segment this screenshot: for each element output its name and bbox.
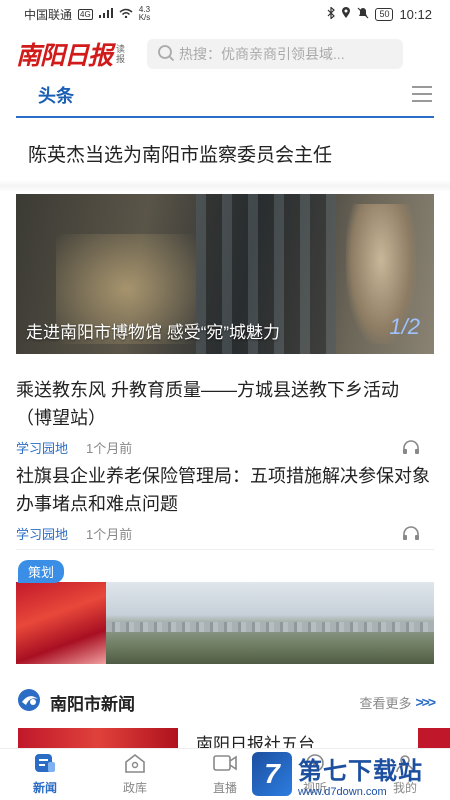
app-logo: 南阳日报 (16, 41, 113, 70)
search-input[interactable]: 热搜：优商亲商引领县域... (147, 39, 404, 69)
watermark: 7 第七下载站 www.d7down.com (252, 748, 450, 800)
headphones-icon[interactable] (402, 439, 420, 458)
logo-subtitle-line-1: 读 (116, 44, 126, 54)
watermark-logo: 7 (252, 752, 292, 796)
logo-subtitle: 读 报 (116, 44, 125, 64)
view-more-arrows-icon: >>> (415, 694, 435, 710)
feature-photo-ceremony (16, 582, 106, 664)
carrier-label: 中国联通 (24, 7, 73, 22)
banner-carousel[interactable]: 走进南阳市博物馆 感受“宛”城魅力 1/2 (16, 194, 434, 354)
mute-icon (357, 7, 369, 22)
channel-tabs: 头条 (0, 78, 450, 118)
tab-headlines[interactable]: 头条 (38, 82, 74, 108)
article-tag[interactable]: 学习园地 (16, 524, 68, 543)
top-headline[interactable]: 陈英杰当选为南阳市监察委员会主任 (28, 140, 332, 167)
watermark-title: 第七下载站 (298, 757, 423, 785)
status-bar: 中国联通 4G 4.3 K/s 50 10:12 (0, 0, 450, 28)
divider (16, 549, 434, 550)
wifi-icon (119, 7, 133, 21)
view-more-label: 查看更多 (359, 695, 412, 711)
nav-live-label: 直播 (212, 781, 237, 795)
article-meta: 学习园地 1个月前 (16, 524, 434, 542)
view-more-link[interactable]: 查看更多 >>> (359, 693, 435, 712)
network-label: 4G (78, 8, 93, 20)
location-icon (341, 6, 351, 22)
banner-caption: 走进南阳市博物馆 感受“宛”城魅力 (26, 323, 281, 342)
speed-unit: K/s (138, 13, 151, 22)
home-icon (124, 753, 146, 779)
section-logo-icon (16, 687, 44, 718)
watermark-text: 第七下载站 www.d7down.com (298, 751, 423, 798)
article-time: 1个月前 (86, 440, 133, 456)
nav-policy[interactable]: 政库 (90, 749, 180, 800)
video-icon (213, 753, 237, 779)
bluetooth-icon (327, 5, 336, 22)
headphones-icon[interactable] (402, 525, 420, 544)
article-title: 社旗县企业养老保险管理局：五项措施解决参保对象办事堵点和难点问题 (16, 466, 430, 514)
news-icon (34, 753, 56, 779)
article-tag[interactable]: 学习园地 (16, 438, 68, 457)
nav-policy-label: 政库 (122, 781, 147, 795)
article-time: 1个月前 (86, 526, 133, 542)
clock: 10:12 (399, 6, 432, 22)
battery-indicator: 50 (375, 7, 394, 21)
list-item[interactable]: 社旗县企业养老保险管理局：五项措施解决参保对象办事堵点和难点问题 学习园地 1个… (16, 462, 434, 542)
article-title: 乘送教东风 升教育质量——方城县送教下乡活动（博望站） (16, 380, 399, 428)
network-speed: 4.3 K/s (139, 6, 151, 22)
nav-news-label: 新闻 (32, 781, 57, 795)
search-icon (157, 44, 179, 65)
app-header: 南阳日报 读 报 热搜：优商亲商引领县域... (0, 32, 450, 76)
signal-icon (98, 7, 113, 21)
feature-photo-city (106, 582, 434, 664)
watermark-url: www.d7down.com (298, 785, 387, 798)
logo-subtitle-line-2: 报 (116, 54, 126, 64)
article-meta: 学习园地 1个月前 (16, 438, 434, 456)
section-shadow (0, 180, 450, 192)
feature-banner[interactable] (16, 582, 434, 664)
list-item[interactable]: 乘送教东风 升教育质量——方城县送教下乡活动（博望站） 学习园地 1个月前 (16, 376, 434, 456)
nav-news[interactable]: 新闻 (0, 749, 90, 800)
tab-divider (16, 116, 434, 118)
menu-icon[interactable] (412, 86, 432, 102)
banner-page-indicator: 1/2 (389, 314, 420, 339)
section-title: 南阳市新闻 (50, 694, 135, 714)
feature-tag: 策划 (18, 560, 65, 583)
section-header: 南阳市新闻 查看更多 >>> (16, 686, 436, 718)
search-placeholder: 热搜：优商亲商引领县域... (179, 46, 345, 62)
